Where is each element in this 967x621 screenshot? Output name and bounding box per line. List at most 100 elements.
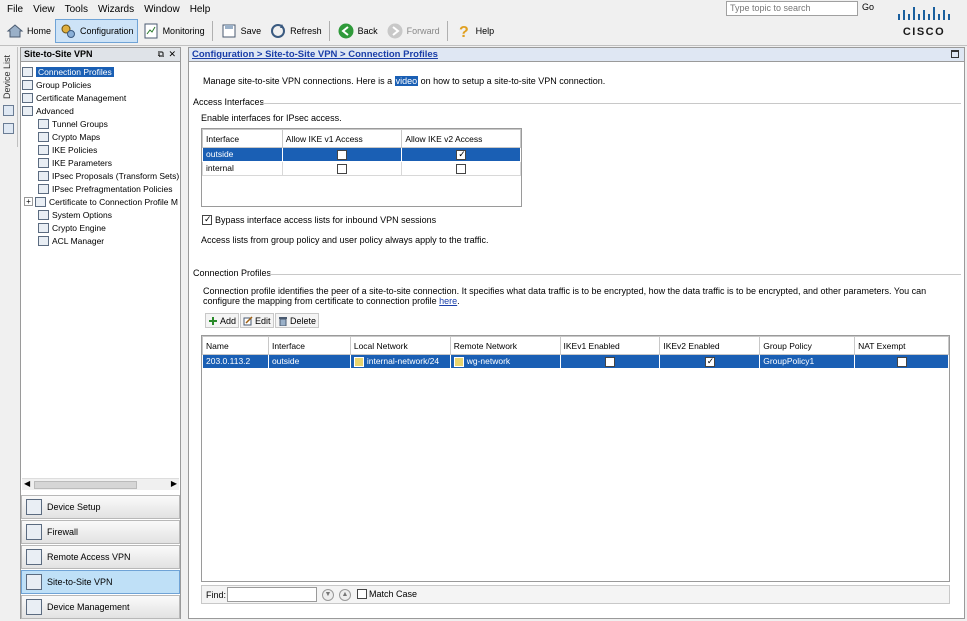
column-header[interactable]: Group Policy bbox=[759, 336, 856, 355]
go-button[interactable]: Go bbox=[862, 2, 874, 12]
match-case-label[interactable]: Match Case bbox=[369, 589, 417, 599]
ikev2-access-checkbox[interactable] bbox=[456, 149, 467, 160]
nat-exempt-checkbox[interactable] bbox=[896, 356, 907, 367]
tree-item-tunnel-groups[interactable]: Tunnel Groups bbox=[38, 117, 108, 130]
home-button[interactable]: Home bbox=[2, 19, 55, 43]
monitoring-button[interactable]: Monitoring bbox=[138, 19, 209, 43]
maximize-icon[interactable] bbox=[951, 50, 959, 58]
find-next-icon[interactable]: ▼ bbox=[322, 589, 334, 601]
connection-profile-icon bbox=[22, 66, 33, 77]
help-search-input[interactable]: Type topic to search bbox=[726, 1, 858, 16]
tunnel-icon bbox=[38, 118, 49, 129]
tree-item-ike-parameters[interactable]: IKE Parameters bbox=[38, 156, 112, 169]
ikev1-access-checkbox[interactable] bbox=[337, 163, 348, 174]
column-header[interactable]: IKEv1 Enabled bbox=[559, 336, 661, 355]
nav-device-setup[interactable]: Device Setup bbox=[21, 495, 180, 519]
toolbar-separator bbox=[446, 21, 448, 41]
table-row[interactable]: internal bbox=[202, 160, 521, 176]
help-question-icon: ? bbox=[459, 24, 469, 40]
left-navigation-panel: Site-to-Site VPN ⧉ ✕ Connection Profiles… bbox=[20, 47, 181, 619]
acl-icon bbox=[38, 235, 49, 246]
find-previous-icon[interactable]: ▲ bbox=[339, 589, 351, 601]
refresh-button[interactable]: Refresh bbox=[265, 19, 326, 43]
edit-button[interactable]: Edit bbox=[240, 313, 274, 328]
menu-view[interactable]: View bbox=[28, 4, 60, 15]
tree-item-ike-policies[interactable]: IKE Policies bbox=[38, 143, 97, 156]
table-header-row: Name Interface Local Network Remote Netw… bbox=[202, 336, 949, 355]
tree-horizontal-scrollbar[interactable]: ◀ ▶ bbox=[22, 478, 179, 490]
back-button[interactable]: Back bbox=[333, 19, 382, 43]
certificate-mapping-link[interactable]: here bbox=[439, 296, 457, 306]
tree-item-acl-manager[interactable]: ACL Manager bbox=[38, 234, 104, 247]
ikev2-enabled-checkbox[interactable] bbox=[704, 356, 715, 367]
expand-icon[interactable]: + bbox=[24, 197, 33, 206]
column-header[interactable]: Remote Network bbox=[449, 336, 561, 355]
remote-access-icon bbox=[26, 549, 42, 565]
tree-item-certificate-to-connection-profile[interactable]: + Certificate to Connection Profile M bbox=[24, 195, 178, 208]
connection-profiles-table-container: Name Interface Local Network Remote Netw… bbox=[201, 335, 950, 582]
ikev1-access-checkbox[interactable] bbox=[337, 149, 348, 160]
tree-item-ipsec-prefragmentation[interactable]: IPsec Prefragmentation Policies bbox=[38, 182, 172, 195]
scroll-right-icon[interactable]: ▶ bbox=[171, 479, 177, 488]
device-list-label: Device List bbox=[2, 55, 12, 100]
connection-profiles-title: Connection Profiles bbox=[193, 268, 272, 278]
tree-item-crypto-engine[interactable]: Crypto Engine bbox=[38, 221, 106, 234]
menu-wizards[interactable]: Wizards bbox=[93, 4, 139, 15]
add-button[interactable]: Add bbox=[205, 313, 240, 328]
forward-button[interactable]: Forward bbox=[382, 19, 444, 43]
delete-button[interactable]: Delete bbox=[275, 313, 320, 328]
device-setup-icon bbox=[26, 499, 42, 515]
column-header[interactable]: Name bbox=[202, 336, 269, 355]
menu-help[interactable]: Help bbox=[185, 4, 216, 15]
column-header[interactable]: IKEv2 Enabled bbox=[659, 336, 761, 355]
nav-device-management[interactable]: Device Management bbox=[21, 595, 180, 619]
column-header[interactable]: Allow IKE v1 Access bbox=[281, 129, 403, 148]
column-header[interactable]: Local Network bbox=[349, 336, 451, 355]
tree-item-connection-profiles[interactable]: Connection Profiles bbox=[22, 65, 114, 78]
table-row[interactable]: outside bbox=[202, 147, 521, 162]
save-button[interactable]: Save bbox=[216, 19, 266, 43]
section-navigation: Device Setup Firewall Remote Access VPN … bbox=[21, 494, 180, 619]
column-header[interactable]: Interface bbox=[202, 129, 283, 148]
menu-file[interactable]: File bbox=[2, 4, 28, 15]
float-panel-icon[interactable]: ⧉ bbox=[158, 49, 164, 60]
nav-site-to-site-vpn[interactable]: Site-to-Site VPN bbox=[21, 570, 180, 594]
brand-text: CISCO bbox=[903, 26, 945, 38]
connection-profiles-table: Name Interface Local Network Remote Netw… bbox=[202, 336, 949, 369]
policy-icon bbox=[38, 144, 49, 155]
video-link[interactable]: video bbox=[394, 76, 419, 86]
breadcrumb-text[interactable]: Configuration > Site-to-Site VPN > Conne… bbox=[192, 49, 438, 60]
column-header[interactable]: Allow IKE v2 Access bbox=[401, 129, 521, 148]
tree-item-system-options[interactable]: System Options bbox=[38, 208, 112, 221]
table-header-row: Interface Allow IKE v1 Access Allow IKE … bbox=[202, 129, 521, 148]
bypass-acl-label[interactable]: Bypass interface access lists for inboun… bbox=[215, 215, 436, 225]
tree-item-crypto-maps[interactable]: Crypto Maps bbox=[38, 130, 100, 143]
close-panel-icon[interactable]: ✕ bbox=[168, 49, 176, 60]
device-icon bbox=[3, 123, 14, 134]
column-header[interactable]: NAT Exempt bbox=[854, 336, 949, 355]
nav-remote-access-vpn[interactable]: Remote Access VPN bbox=[21, 545, 180, 569]
device-icon bbox=[3, 105, 14, 116]
menu-tools[interactable]: Tools bbox=[60, 4, 93, 15]
tree-item-ipsec-proposals[interactable]: IPsec Proposals (Transform Sets) bbox=[38, 169, 179, 182]
configuration-button[interactable]: Configuration bbox=[55, 19, 138, 43]
scrollbar-thumb[interactable] bbox=[34, 481, 137, 489]
scroll-left-icon[interactable]: ◀ bbox=[24, 479, 30, 488]
toolbar-separator bbox=[328, 21, 330, 41]
help-button[interactable]: ? Help bbox=[451, 19, 499, 43]
ikev2-access-checkbox[interactable] bbox=[456, 163, 467, 174]
find-input[interactable] bbox=[227, 587, 317, 602]
tree-item-group-policies[interactable]: Group Policies bbox=[22, 78, 91, 91]
column-header[interactable]: Interface bbox=[267, 336, 351, 355]
device-list-tab[interactable]: Device List bbox=[0, 47, 18, 147]
match-case-checkbox[interactable] bbox=[357, 589, 367, 599]
tree-item-advanced[interactable]: Advanced bbox=[22, 104, 74, 117]
profiles-description-line1: Connection profile identifies the peer o… bbox=[203, 286, 927, 296]
table-row[interactable]: 203.0.113.2 outside internal-network/24 … bbox=[202, 354, 949, 369]
nav-firewall[interactable]: Firewall bbox=[21, 520, 180, 544]
intro-text: Manage site-to-site VPN connections. Her… bbox=[203, 76, 606, 86]
bypass-acl-checkbox[interactable] bbox=[202, 214, 212, 225]
ikev1-enabled-checkbox[interactable] bbox=[604, 356, 615, 367]
tree-item-certificate-management[interactable]: Certificate Management bbox=[22, 91, 126, 104]
menu-window[interactable]: Window bbox=[139, 4, 185, 15]
